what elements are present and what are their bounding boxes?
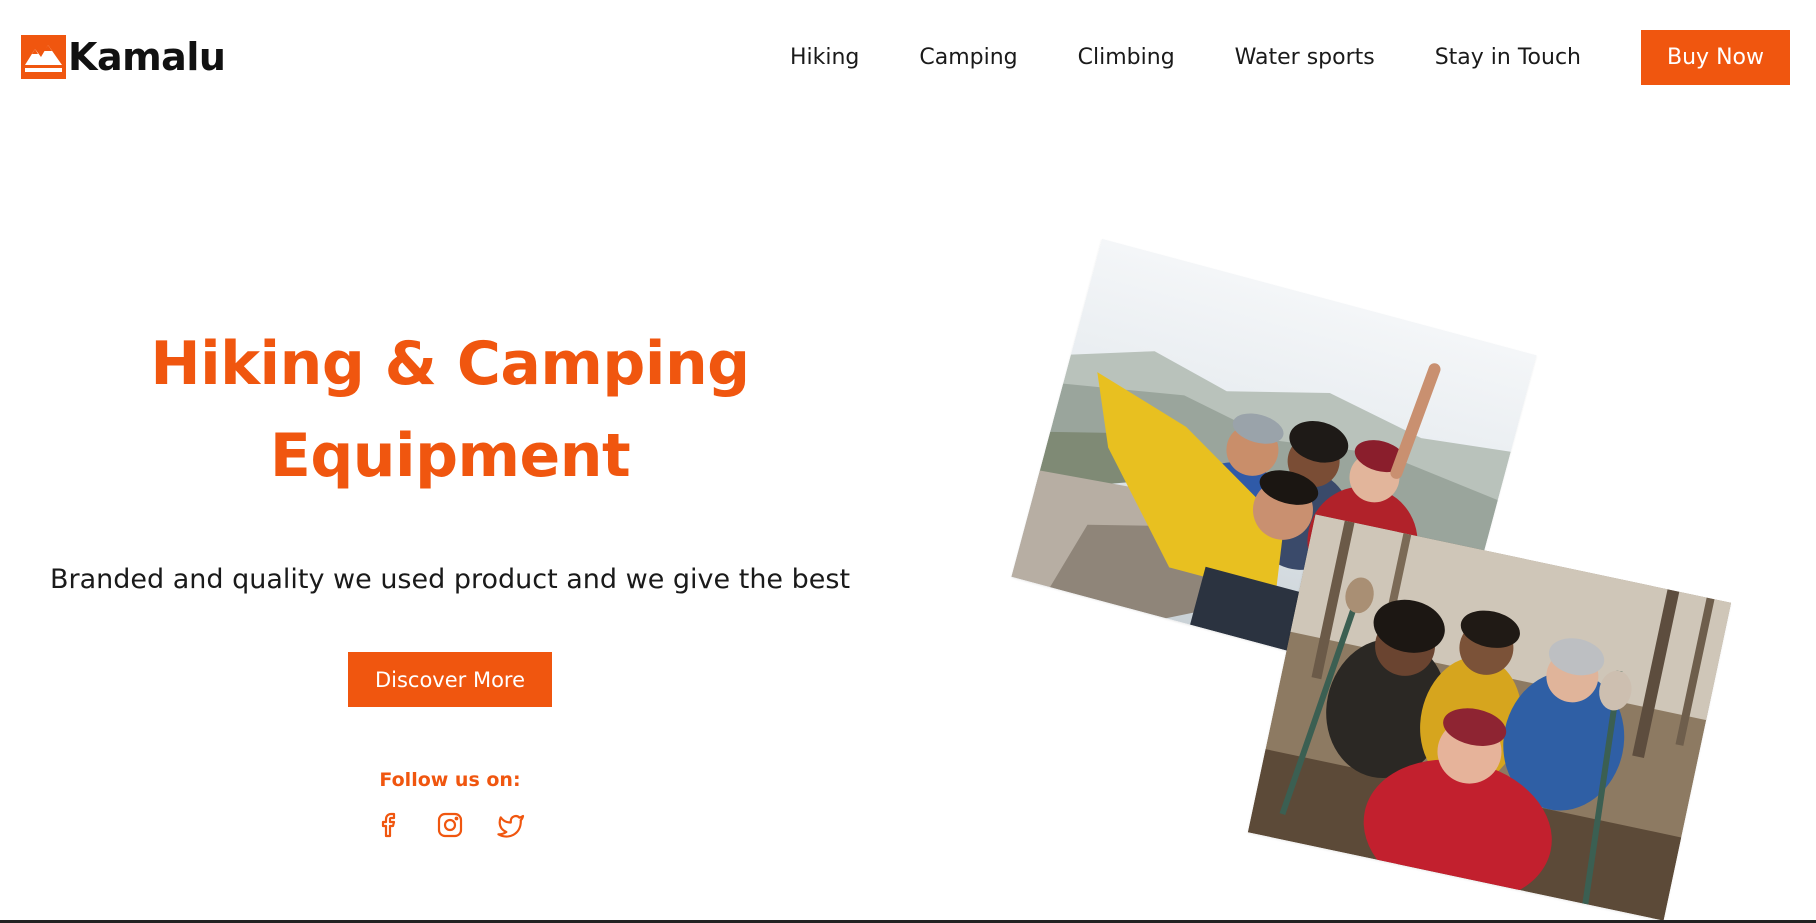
nav-link-climbing[interactable]: Climbing bbox=[1078, 30, 1175, 85]
logo-link[interactable]: Kamalu bbox=[21, 35, 226, 79]
site-header: Kamalu Hiking Camping Climbing Water spo… bbox=[0, 0, 1816, 118]
mountain-logo-icon bbox=[21, 35, 66, 79]
nav-link-camping[interactable]: Camping bbox=[919, 30, 1017, 85]
main-nav: Hiking Camping Climbing Water sports Sta… bbox=[790, 30, 1790, 85]
discover-more-button[interactable]: Discover More bbox=[348, 652, 552, 707]
group-selfie-forest-photo bbox=[1247, 514, 1732, 921]
twitter-icon[interactable] bbox=[494, 809, 526, 841]
social-links bbox=[0, 809, 900, 841]
instagram-icon[interactable] bbox=[434, 809, 466, 841]
hero-title-line1: Hiking & Camping bbox=[150, 329, 750, 399]
follow-us-label: Follow us on: bbox=[379, 769, 521, 791]
nav-link-water-sports[interactable]: Water sports bbox=[1235, 30, 1375, 85]
nav-link-hiking[interactable]: Hiking bbox=[790, 30, 859, 85]
hero-section: Hiking & Camping Equipment Branded and q… bbox=[0, 318, 900, 841]
nav-link-stay-in-touch[interactable]: Stay in Touch bbox=[1435, 30, 1581, 85]
page: Kamalu Hiking Camping Climbing Water spo… bbox=[0, 0, 1816, 923]
hero-subtitle: Branded and quality we used product and … bbox=[49, 564, 851, 595]
facebook-icon[interactable] bbox=[374, 809, 406, 841]
hero-title-line2: Equipment bbox=[269, 421, 631, 491]
brand-name: Kamalu bbox=[68, 35, 226, 79]
hero-title: Hiking & Camping Equipment bbox=[0, 318, 900, 502]
buy-now-button[interactable]: Buy Now bbox=[1641, 30, 1790, 85]
